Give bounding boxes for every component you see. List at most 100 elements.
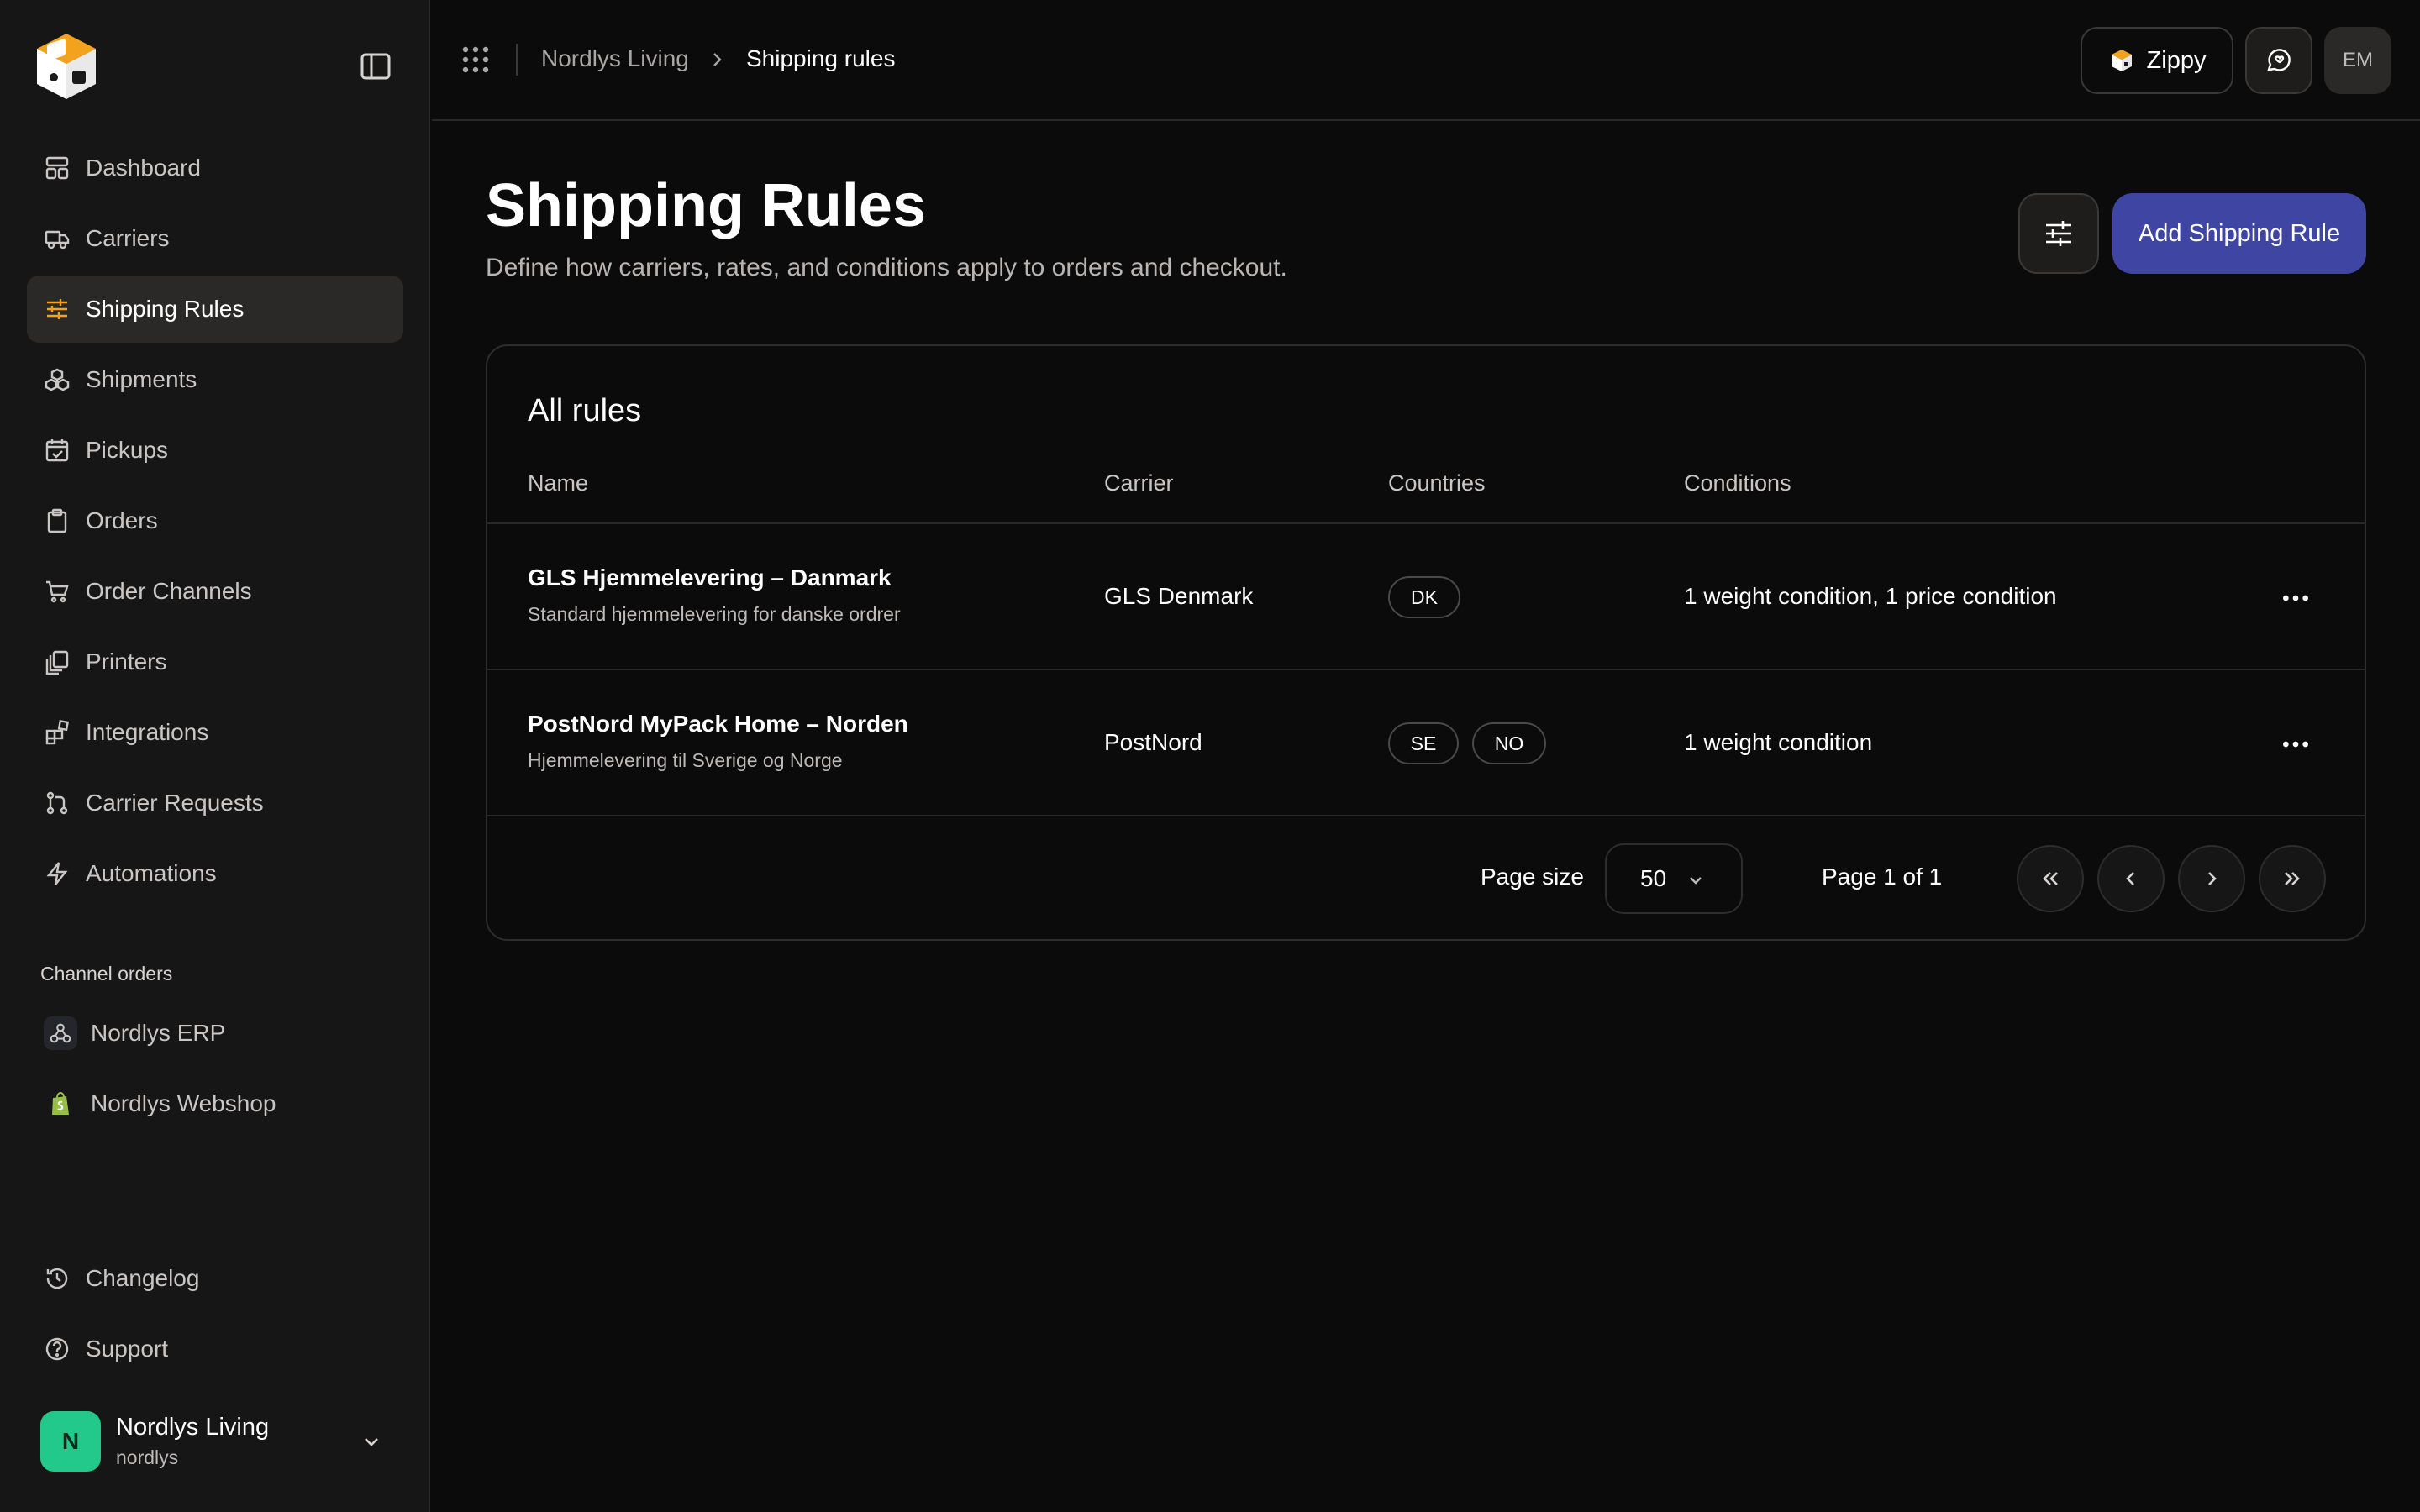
- divider: [487, 815, 2365, 816]
- divider: [516, 44, 518, 76]
- row-actions-button[interactable]: [2275, 581, 2316, 615]
- git-pull-icon: [44, 790, 71, 816]
- bolt-icon: [44, 860, 71, 887]
- truck-icon: [44, 225, 71, 252]
- sidebar-item-label: Shipments: [86, 366, 197, 392]
- printer-icon: [44, 648, 71, 675]
- next-page-button[interactable]: [2178, 845, 2245, 912]
- chevrons-right-icon: [2285, 872, 2300, 885]
- more-horizontal-icon: [2283, 741, 2308, 748]
- page-size-select[interactable]: 50: [1605, 843, 1743, 914]
- sidebar-item-automations[interactable]: Automations: [27, 840, 403, 907]
- sidebar-item-changelog[interactable]: Changelog: [27, 1245, 403, 1312]
- chevron-down-icon: [358, 1428, 385, 1455]
- column-header-countries: Countries: [1388, 470, 1486, 496]
- chevron-right-icon: [706, 49, 728, 71]
- dashboard-icon: [44, 155, 71, 181]
- blocks-icon: [44, 719, 71, 746]
- rule-name: GLS Hjemmelevering – Danmark: [528, 564, 892, 591]
- feedback-chat-button[interactable]: [2245, 27, 2312, 94]
- avatar: N: [40, 1411, 101, 1472]
- breadcrumb-organization[interactable]: Nordlys Living: [541, 45, 689, 72]
- sidebar-item-label: Shipping Rules: [86, 296, 245, 322]
- country-chip: SE: [1388, 722, 1459, 764]
- help-circle-icon: [44, 1336, 71, 1362]
- rule-carrier: PostNord: [1104, 729, 1202, 755]
- user-menu-button[interactable]: EM: [2324, 27, 2391, 94]
- sidebar-item-label: Integrations: [86, 719, 209, 745]
- sidebar-item-shipping-rules[interactable]: Shipping Rules: [27, 276, 403, 343]
- sidebar-toggle-icon[interactable]: [360, 52, 392, 81]
- sidebar-channel-nordlys-erp[interactable]: Nordlys ERP: [27, 1000, 403, 1067]
- rule-name: PostNord MyPack Home – Norden: [528, 711, 908, 737]
- sidebar-channel-nordlys-webshop[interactable]: Nordlys Webshop: [27, 1070, 403, 1137]
- apps-grid-icon[interactable]: [460, 45, 491, 75]
- sidebar-item-label: Orders: [86, 507, 158, 533]
- sidebar-item-integrations[interactable]: Integrations: [27, 699, 403, 766]
- page-size-value: 50: [1640, 865, 1667, 891]
- account-slug: nordlys: [116, 1446, 179, 1468]
- chevron-left-icon: [2126, 872, 2134, 885]
- sidebar-item-label: Automations: [86, 860, 217, 886]
- sidebar-item-pickups[interactable]: Pickups: [27, 417, 403, 484]
- topbar: Nordlys Living Shipping rules Zippy EM: [432, 0, 2420, 121]
- rules-table-card: All rules Name Carrier Countries Conditi…: [486, 344, 2366, 941]
- breadcrumb-current: Shipping rules: [746, 45, 896, 71]
- sidebar-item-carrier-requests[interactable]: Carrier Requests: [27, 769, 403, 837]
- page-indicator: Page 1 of 1: [1822, 864, 1943, 890]
- rule-carrier: GLS Denmark: [1104, 583, 1254, 609]
- page-subtitle: Define how carriers, rates, and conditio…: [486, 254, 1287, 281]
- last-page-button[interactable]: [2259, 845, 2326, 912]
- chevrons-left-icon: [2043, 872, 2058, 885]
- column-header-name: Name: [528, 470, 589, 496]
- add-shipping-rule-button[interactable]: Add Shipping Rule: [2112, 193, 2366, 274]
- zippy-assistant-button[interactable]: Zippy: [2081, 27, 2233, 94]
- cube-logo-icon[interactable]: [29, 29, 104, 104]
- sidebar-item-printers[interactable]: Printers: [27, 628, 403, 696]
- webhook-icon: [44, 1016, 77, 1050]
- sidebar-item-dashboard[interactable]: Dashboard: [27, 134, 403, 202]
- table-row[interactable]: GLS Hjemmelevering – Danmark Standard hj…: [487, 524, 2365, 670]
- rule-conditions: 1 weight condition, 1 price condition: [1684, 583, 2057, 609]
- chevron-down-icon: [1690, 877, 1702, 885]
- row-actions-button[interactable]: [2275, 727, 2316, 761]
- sidebar-item-carriers[interactable]: Carriers: [27, 205, 403, 272]
- first-page-button[interactable]: [2017, 845, 2084, 912]
- sidebar-item-label: Order Channels: [86, 578, 252, 604]
- channel-label: Nordlys ERP: [91, 1020, 226, 1046]
- sidebar-item-shipments[interactable]: Shipments: [27, 346, 403, 413]
- column-header-carrier: Carrier: [1104, 470, 1174, 496]
- channel-label: Nordlys Webshop: [91, 1090, 276, 1116]
- rule-conditions: 1 weight condition: [1684, 729, 1873, 755]
- sliders-icon: [44, 296, 71, 323]
- previous-page-button[interactable]: [2097, 845, 2165, 912]
- bottom-nav: Changelog Support: [27, 1245, 403, 1386]
- channel-list: Nordlys ERP Nordlys Webshop: [27, 1000, 403, 1141]
- sidebar-item-label: Support: [86, 1336, 169, 1362]
- zippy-label: Zippy: [2146, 46, 2207, 74]
- channel-orders-heading: Channel orders: [40, 963, 173, 984]
- boxes-icon: [44, 366, 71, 393]
- table-row[interactable]: PostNord MyPack Home – Norden Hjemmeleve…: [487, 670, 2365, 816]
- country-chip: NO: [1472, 722, 1546, 764]
- column-header-conditions: Conditions: [1684, 470, 1791, 496]
- sidebar-item-label: Dashboard: [86, 155, 201, 181]
- rule-description: Standard hjemmelevering for danske ordre…: [528, 603, 901, 625]
- cart-icon: [44, 578, 71, 605]
- sidebar-item-orders[interactable]: Orders: [27, 487, 403, 554]
- page-title: Shipping Rules: [486, 172, 927, 239]
- sidebar: Dashboard Carriers Shipping Rules Shipme…: [0, 0, 430, 1512]
- table-title: All rules: [528, 393, 642, 428]
- clipboard-icon: [44, 507, 71, 534]
- sidebar-item-support[interactable]: Support: [27, 1315, 403, 1383]
- rule-description: Hjemmelevering til Sverige og Norge: [528, 749, 843, 771]
- account-name: Nordlys Living: [116, 1414, 270, 1441]
- main-nav: Dashboard Carriers Shipping Rules Shipme…: [27, 134, 403, 911]
- shopify-bag-icon: [44, 1087, 77, 1121]
- message-circle-icon: [2267, 49, 2291, 71]
- filter-button[interactable]: [2018, 193, 2099, 274]
- country-chip: DK: [1388, 576, 1460, 618]
- sidebar-item-order-channels[interactable]: Order Channels: [27, 558, 403, 625]
- account-switcher[interactable]: N Nordlys Living nordlys: [40, 1408, 393, 1475]
- sidebar-item-label: Printers: [86, 648, 167, 675]
